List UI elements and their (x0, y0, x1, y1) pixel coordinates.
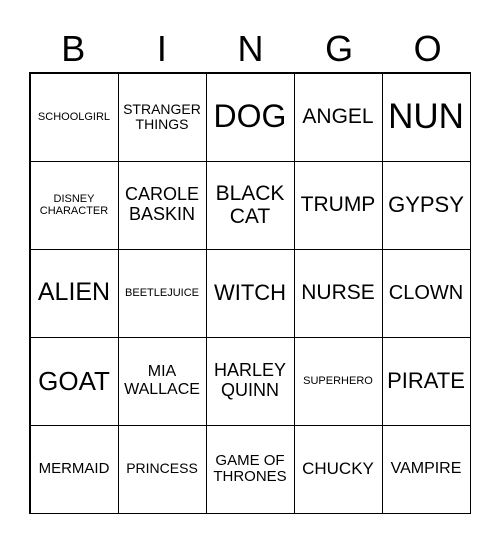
bingo-cell[interactable]: DISNEY CHARACTER (29, 160, 119, 250)
bingo-cell[interactable]: GOAT (29, 336, 119, 426)
bingo-cell[interactable]: GYPSY (381, 160, 471, 250)
bingo-cell[interactable]: STRANGER THINGS (117, 72, 207, 162)
bingo-cell[interactable]: CLOWN (381, 248, 471, 338)
header-letter-i: I (156, 28, 167, 69)
bingo-cell[interactable]: NURSE (293, 248, 383, 338)
bingo-cell[interactable]: BLACK CAT (205, 160, 295, 250)
bingo-cell[interactable]: TRUMP (293, 160, 383, 250)
bingo-cell[interactable]: WITCH (205, 248, 295, 338)
bingo-cell[interactable]: PIRATE (381, 336, 471, 426)
bingo-cell[interactable]: DOG (205, 72, 295, 162)
bingo-cell[interactable]: SUPERHERO (293, 336, 383, 426)
header-letter-n: N (237, 28, 264, 69)
bingo-cell[interactable]: MERMAID (29, 424, 119, 514)
bingo-header: B I N G O (29, 26, 472, 72)
bingo-grid: SCHOOLGIRL STRANGER THINGS DOG ANGEL NUN… (29, 72, 471, 514)
bingo-cell[interactable]: CHUCKY (293, 424, 383, 514)
bingo-cell[interactable]: SCHOOLGIRL (29, 72, 119, 162)
bingo-cell[interactable]: VAMPIRE (381, 424, 471, 514)
bingo-cell[interactable]: PRINCESS (117, 424, 207, 514)
bingo-cell[interactable]: MIA WALLACE (117, 336, 207, 426)
bingo-cell[interactable]: ANGEL (293, 72, 383, 162)
bingo-cell[interactable]: CAROLE BASKIN (117, 160, 207, 250)
bingo-cell[interactable]: ALIEN (29, 248, 119, 338)
bingo-cell[interactable]: BEETLEJUICE (117, 248, 207, 338)
header-letter-b: B (61, 28, 86, 69)
header-letter-g: G (325, 28, 354, 69)
bingo-cell[interactable]: NUN (381, 72, 471, 162)
header-letter-o: O (413, 28, 442, 69)
bingo-cell[interactable]: HARLEY QUINN (205, 336, 295, 426)
bingo-cell[interactable]: GAME OF THRONES (205, 424, 295, 514)
